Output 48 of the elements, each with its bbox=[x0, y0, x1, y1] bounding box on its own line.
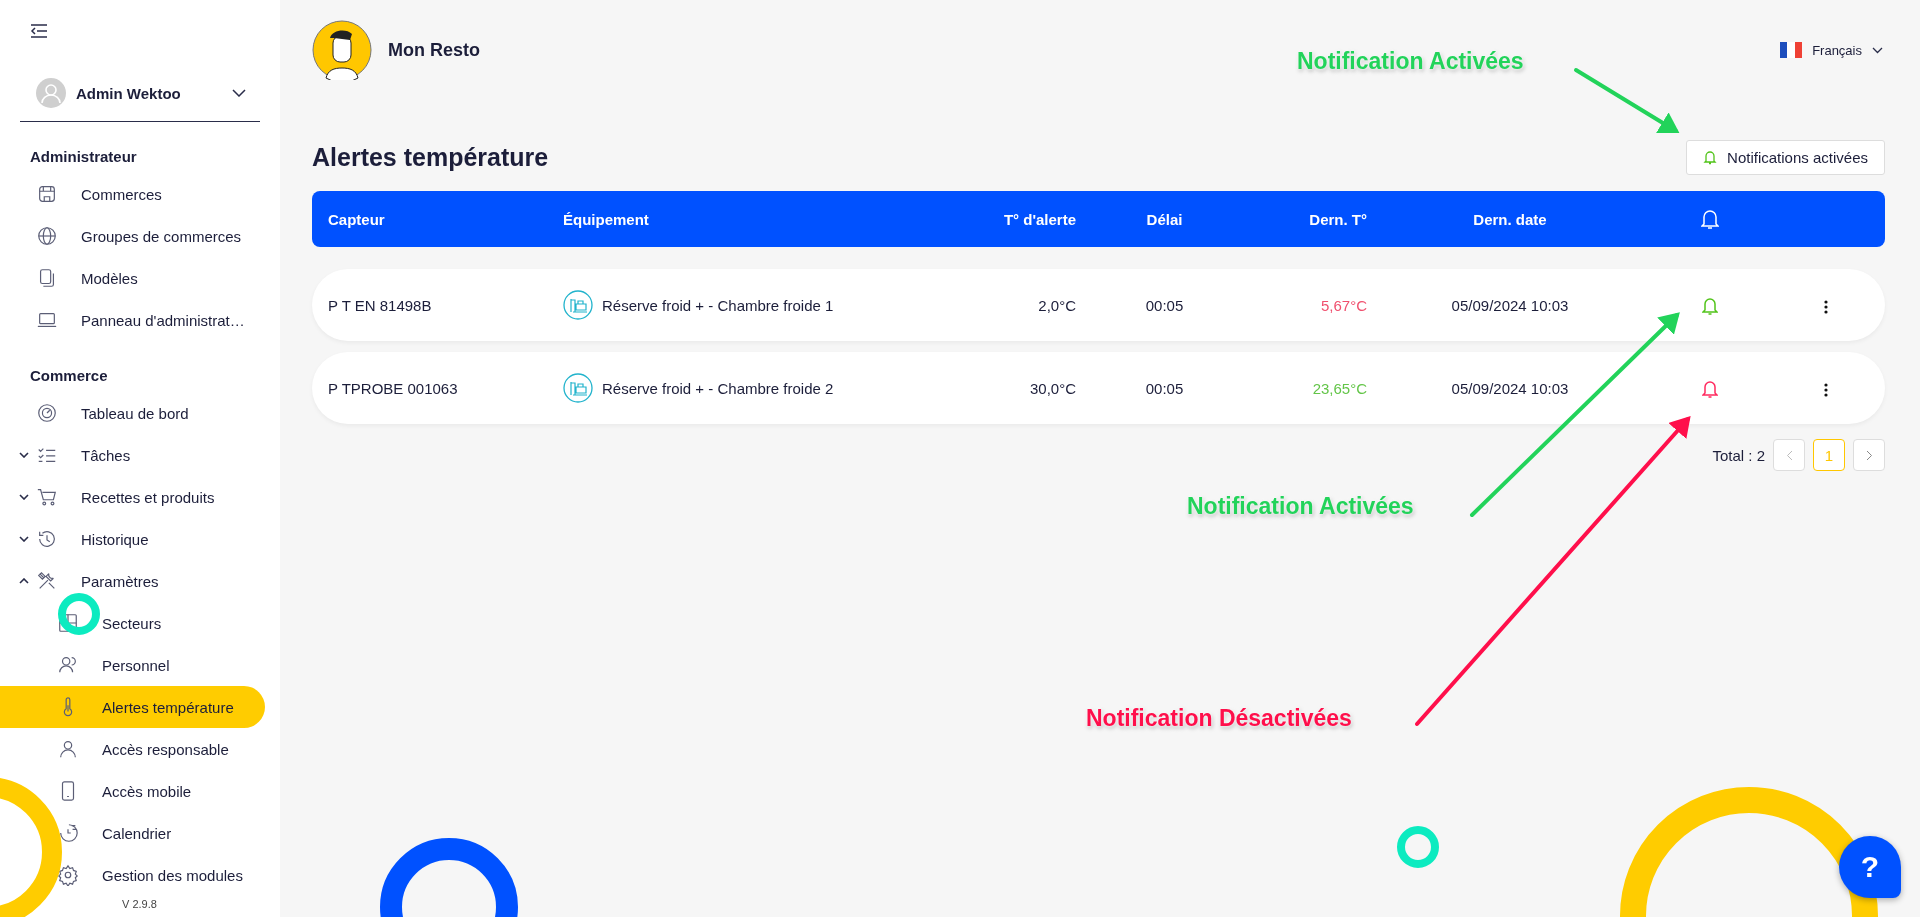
sidebar-item[interactable]: Accès mobile bbox=[0, 770, 265, 812]
sidebar-item[interactable]: Personnel bbox=[0, 644, 265, 686]
equipment-cell: Réserve froid + - Chambre froide 2 bbox=[602, 379, 834, 397]
delay-cell-text: 00:05 bbox=[1144, 379, 1185, 397]
sidebar-item[interactable]: Calendrier bbox=[0, 812, 265, 854]
last-temperature-cell-text: 5,67°C bbox=[1319, 296, 1368, 314]
column-header[interactable]: Dern. date bbox=[1383, 210, 1637, 228]
notifications-button[interactable]: Notifications activées bbox=[1686, 140, 1885, 175]
section-heading: Commerce bbox=[30, 367, 109, 384]
sidebar-item[interactable]: Modèles bbox=[0, 257, 265, 299]
sidebar-item[interactable]: Groupes de commerces bbox=[0, 215, 265, 257]
sidebar-item[interactable]: Historique bbox=[0, 518, 265, 560]
last-date-cell-text: 05/09/2024 10:03 bbox=[1450, 379, 1570, 397]
equipment-cell: Réserve froid + - Chambre froide 1 bbox=[602, 296, 834, 314]
total-count: Total : 2 bbox=[1712, 446, 1765, 464]
annotation-label: Notification Activées bbox=[1297, 48, 1524, 75]
version-label: V 2.9.8 bbox=[122, 898, 158, 910]
sidebar-item[interactable]: Accès responsable bbox=[0, 728, 265, 770]
delay-cell-text: 00:05 bbox=[1144, 296, 1185, 314]
alert-temperature-cell-text: 30,0°C bbox=[1028, 379, 1077, 397]
sidebar-item[interactable]: Paramètres bbox=[0, 560, 265, 602]
sidebar-item[interactable]: Tableau de bord bbox=[0, 392, 265, 434]
column-header[interactable]: T° d'alerte bbox=[942, 210, 1092, 228]
column-header[interactable]: Dern. T° bbox=[1237, 210, 1383, 228]
sidebar-item[interactable]: Secteurs bbox=[0, 602, 265, 644]
help-button[interactable]: ? bbox=[1839, 836, 1901, 898]
user-name: Admin Wektoo bbox=[76, 84, 182, 102]
sidebar-item[interactable]: Panneau d'administrat… bbox=[0, 299, 265, 341]
page-title: Alertes température bbox=[312, 143, 549, 172]
user-menu[interactable]: Admin Wektoo bbox=[20, 78, 260, 122]
column-header[interactable]: Équipement bbox=[547, 210, 942, 228]
section-heading: Administrateur bbox=[30, 148, 138, 165]
alert-temperature-cell-text: 2,0°C bbox=[1037, 296, 1077, 314]
language-selector[interactable]: Français bbox=[1780, 42, 1883, 58]
sidebar-item[interactable]: Gestion des modules bbox=[0, 854, 265, 896]
sensor-cell-text: P T EN 81498B bbox=[327, 296, 433, 314]
last-date-cell-text: 05/09/2024 10:03 bbox=[1450, 296, 1570, 314]
column-header[interactable]: Capteur bbox=[312, 210, 547, 228]
sidebar-item[interactable]: Alertes température bbox=[0, 686, 265, 728]
column-header[interactable]: Délai bbox=[1092, 210, 1237, 228]
store-name: Mon Resto bbox=[388, 39, 480, 61]
annotation-label: Notification Activées bbox=[1187, 493, 1414, 520]
sidebar-item[interactable]: Tâches bbox=[0, 434, 265, 476]
sensor-cell-text: P TPROBE 001063 bbox=[327, 379, 459, 397]
annotation-label: Notification Désactivées bbox=[1086, 705, 1352, 732]
sidebar-item[interactable]: Recettes et produits bbox=[0, 476, 265, 518]
last-temperature-cell-text: 23,65°C bbox=[1311, 379, 1368, 397]
sidebar-item[interactable]: Commerces bbox=[0, 173, 265, 215]
